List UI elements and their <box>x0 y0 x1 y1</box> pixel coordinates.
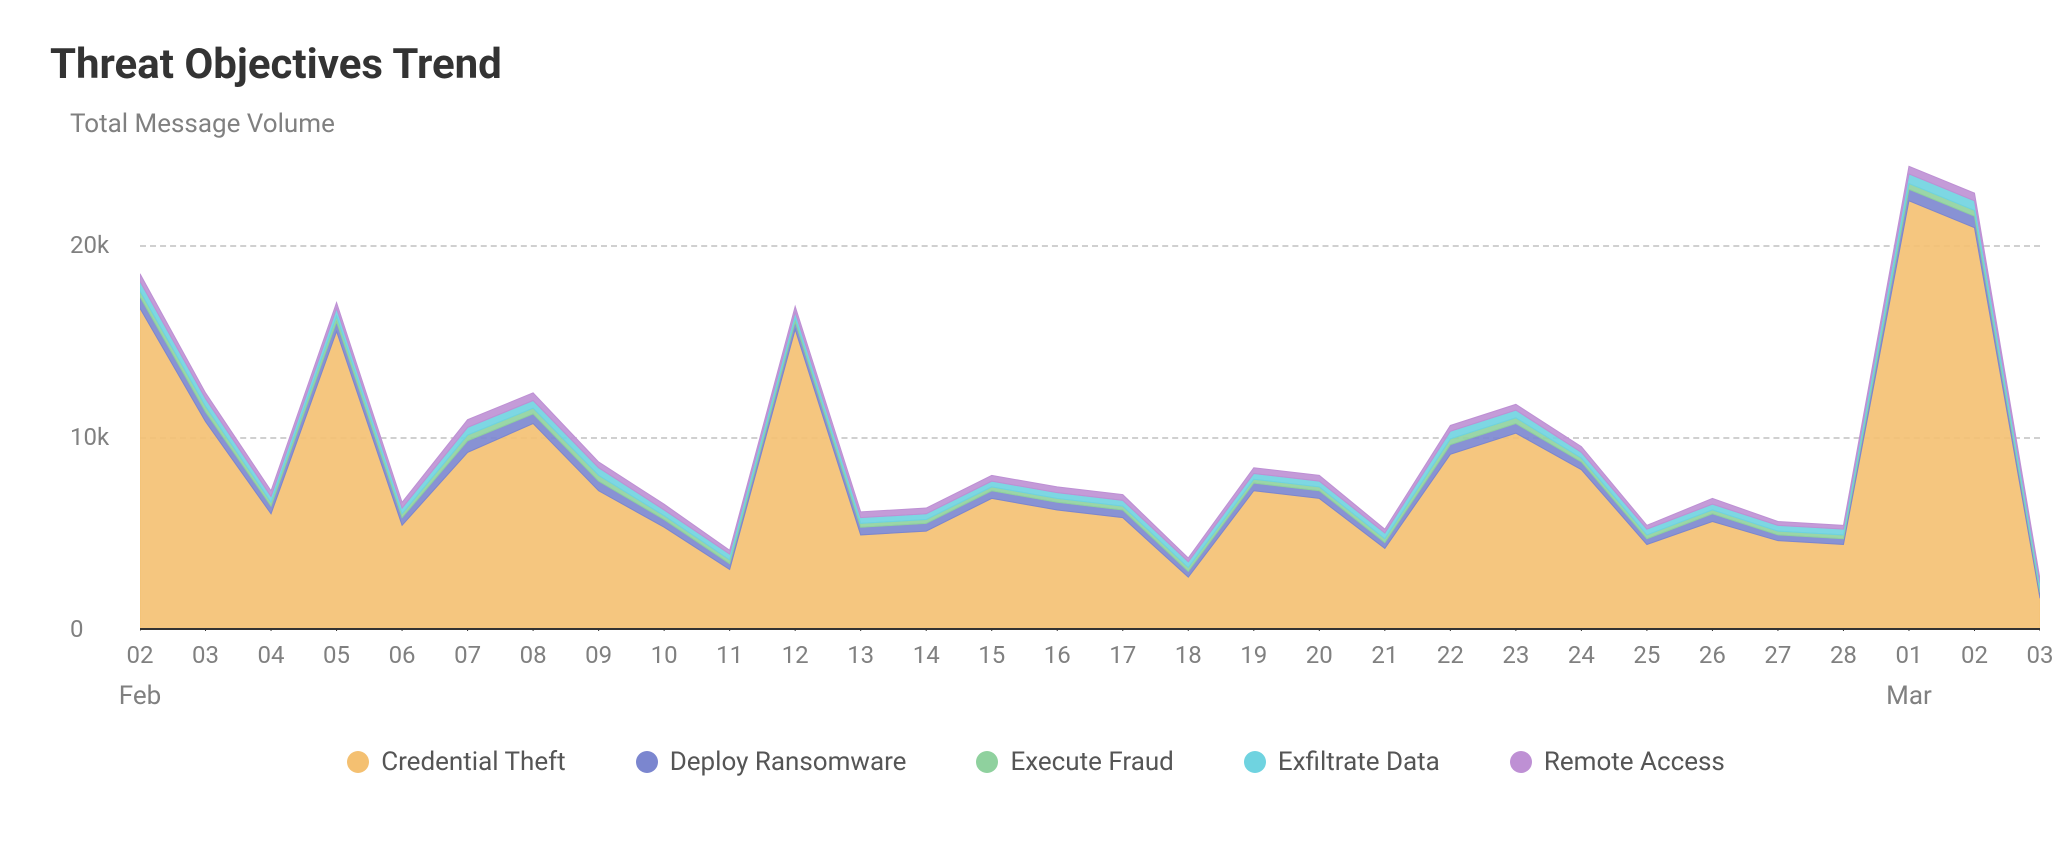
x-tick-label: 16 <box>1044 641 1071 669</box>
x-tick-label: 19 <box>1240 641 1267 669</box>
y-axis-label: Total Message Volume <box>70 109 2032 139</box>
chart-card: Threat Objectives Trend Total Message Vo… <box>0 0 2072 842</box>
legend-label: Deploy Ransomware <box>670 747 907 777</box>
x-tick-label: 24 <box>1568 641 1595 669</box>
area-chart <box>140 149 2040 631</box>
x-tick-label: 15 <box>978 641 1005 669</box>
legend-label: Exfiltrate Data <box>1278 747 1440 777</box>
x-tick-label: 08 <box>520 641 547 669</box>
legend-item-execute-fraud[interactable]: Execute Fraud <box>976 747 1173 777</box>
x-tick-label: 25 <box>1633 641 1660 669</box>
legend-item-deploy-ransomware[interactable]: Deploy Ransomware <box>636 747 907 777</box>
month-label: Mar <box>1886 681 1932 711</box>
x-tick-label: 20 <box>1306 641 1333 669</box>
x-tick-label: 07 <box>454 641 481 669</box>
y-tick-label: 20k <box>70 231 109 259</box>
x-tick-label: 01 <box>1895 641 1922 669</box>
legend-swatch <box>1510 751 1532 773</box>
x-tick-label: 28 <box>1830 641 1857 669</box>
x-tick-label: 13 <box>847 641 874 669</box>
x-tick-label: 23 <box>1502 641 1529 669</box>
x-tick-label: 04 <box>258 641 285 669</box>
legend-label: Credential Theft <box>381 747 566 777</box>
x-tick-label: 18 <box>1175 641 1202 669</box>
legend: Credential Theft Deploy Ransomware Execute… <box>40 747 2032 777</box>
x-tick-label: 03 <box>192 641 219 669</box>
x-tick-label: 02 <box>1961 641 1988 669</box>
x-tick-label: 21 <box>1371 641 1398 669</box>
legend-label: Remote Access <box>1544 747 1725 777</box>
x-axis-ticks: 02 03 04 05 06 07 08 09 10 11 12 13 14 15 16 17 18 19 20 21… <box>140 641 2040 681</box>
x-tick-label: 26 <box>1699 641 1726 669</box>
legend-label: Execute Fraud <box>1010 747 1173 777</box>
legend-swatch <box>347 751 369 773</box>
x-tick-label: 27 <box>1764 641 1791 669</box>
legend-swatch <box>636 751 658 773</box>
legend-swatch <box>1244 751 1266 773</box>
x-tick-label: 05 <box>323 641 350 669</box>
y-tick-label: 10k <box>70 423 109 451</box>
x-tick-label: 14 <box>913 641 940 669</box>
x-tick-label: 17 <box>1109 641 1136 669</box>
x-tick-label: 06 <box>389 641 416 669</box>
x-tick-label: 02 <box>127 641 154 669</box>
legend-item-credential-theft[interactable]: Credential Theft <box>347 747 566 777</box>
legend-item-remote-access[interactable]: Remote Access <box>1510 747 1725 777</box>
x-tick-label: 12 <box>782 641 809 669</box>
x-tick-label: 22 <box>1437 641 1464 669</box>
month-label: Feb <box>119 681 162 711</box>
x-axis-month-row: FebMar <box>140 681 2040 717</box>
x-tick-label: 11 <box>716 641 743 669</box>
x-tick-label: 03 <box>2027 641 2054 669</box>
x-tick-label: 10 <box>651 641 678 669</box>
x-tick-label: 09 <box>585 641 612 669</box>
area-credential-theft <box>140 201 2040 629</box>
legend-item-exfiltrate-data[interactable]: Exfiltrate Data <box>1244 747 1440 777</box>
y-tick-label: 0 <box>70 615 84 643</box>
plot-area: 010k20k <box>80 149 2040 629</box>
chart-title: Threat Objectives Trend <box>50 40 2032 89</box>
legend-swatch <box>976 751 998 773</box>
